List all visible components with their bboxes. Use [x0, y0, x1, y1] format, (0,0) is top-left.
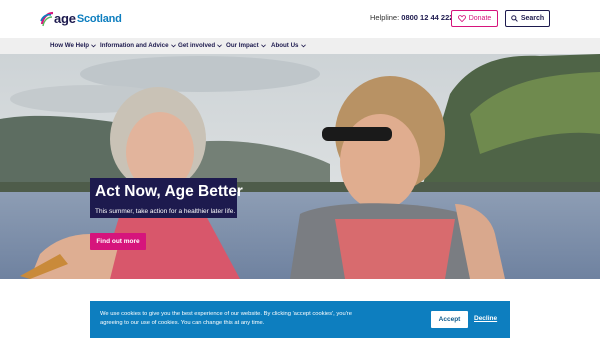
age-scotland-logo[interactable]: age Scotland [40, 9, 122, 29]
hero-title: Act Now, Age Better [95, 183, 243, 200]
site-header: age Scotland Helpline: 0800 12 44 222 Do… [0, 0, 600, 38]
nav-item-label: Get involved [178, 42, 216, 49]
logo-swoosh-icon [40, 11, 54, 27]
donate-label: Donate [468, 15, 492, 22]
logo-scotland-text: Scotland [76, 13, 122, 25]
donate-button[interactable]: Donate [451, 10, 498, 27]
nav-item-label: Our Impact [226, 42, 259, 49]
logo-age-text: age [54, 11, 76, 26]
accept-cookies-button[interactable]: Accept [431, 311, 468, 328]
cookie-message: We use cookies to give you the best expe… [100, 311, 352, 326]
helpline-label: Helpline: [370, 13, 402, 22]
nav-item-get-involved[interactable]: Get involved [178, 41, 223, 51]
nav-item-label: Information and Advice [100, 42, 169, 49]
chevron-down-icon [217, 44, 223, 48]
nav-item-information-and-advice[interactable]: Information and Advice [100, 41, 176, 51]
nav-item-our-impact[interactable]: Our Impact [226, 41, 266, 51]
cookie-banner: We use cookies to give you the best expe… [90, 301, 510, 338]
nav-item-about-us[interactable]: About Us [271, 41, 306, 51]
decline-cookies-link[interactable]: Decline [474, 314, 497, 324]
nav-item-label: How We Help [50, 42, 90, 49]
hero-subtitle: This summer, take action for a healthier… [95, 208, 236, 215]
main-nav: How We Help Information and Advice Get i… [0, 38, 600, 54]
chevron-down-icon [170, 44, 176, 48]
nav-item-label: About Us [271, 42, 299, 49]
search-icon [511, 15, 518, 22]
helpline-number[interactable]: 0800 12 44 222 [401, 13, 453, 22]
search-button[interactable]: Search [505, 10, 550, 27]
find-out-more-button[interactable]: Find out more [90, 233, 146, 250]
heart-icon [457, 15, 466, 22]
search-label: Search [520, 15, 545, 22]
helpline: Helpline: 0800 12 44 222 [370, 13, 453, 23]
chevron-down-icon [300, 44, 306, 48]
chevron-down-icon [91, 44, 96, 48]
nav-item-how-we-help[interactable]: How We Help [50, 41, 96, 51]
chevron-down-icon [260, 44, 266, 48]
